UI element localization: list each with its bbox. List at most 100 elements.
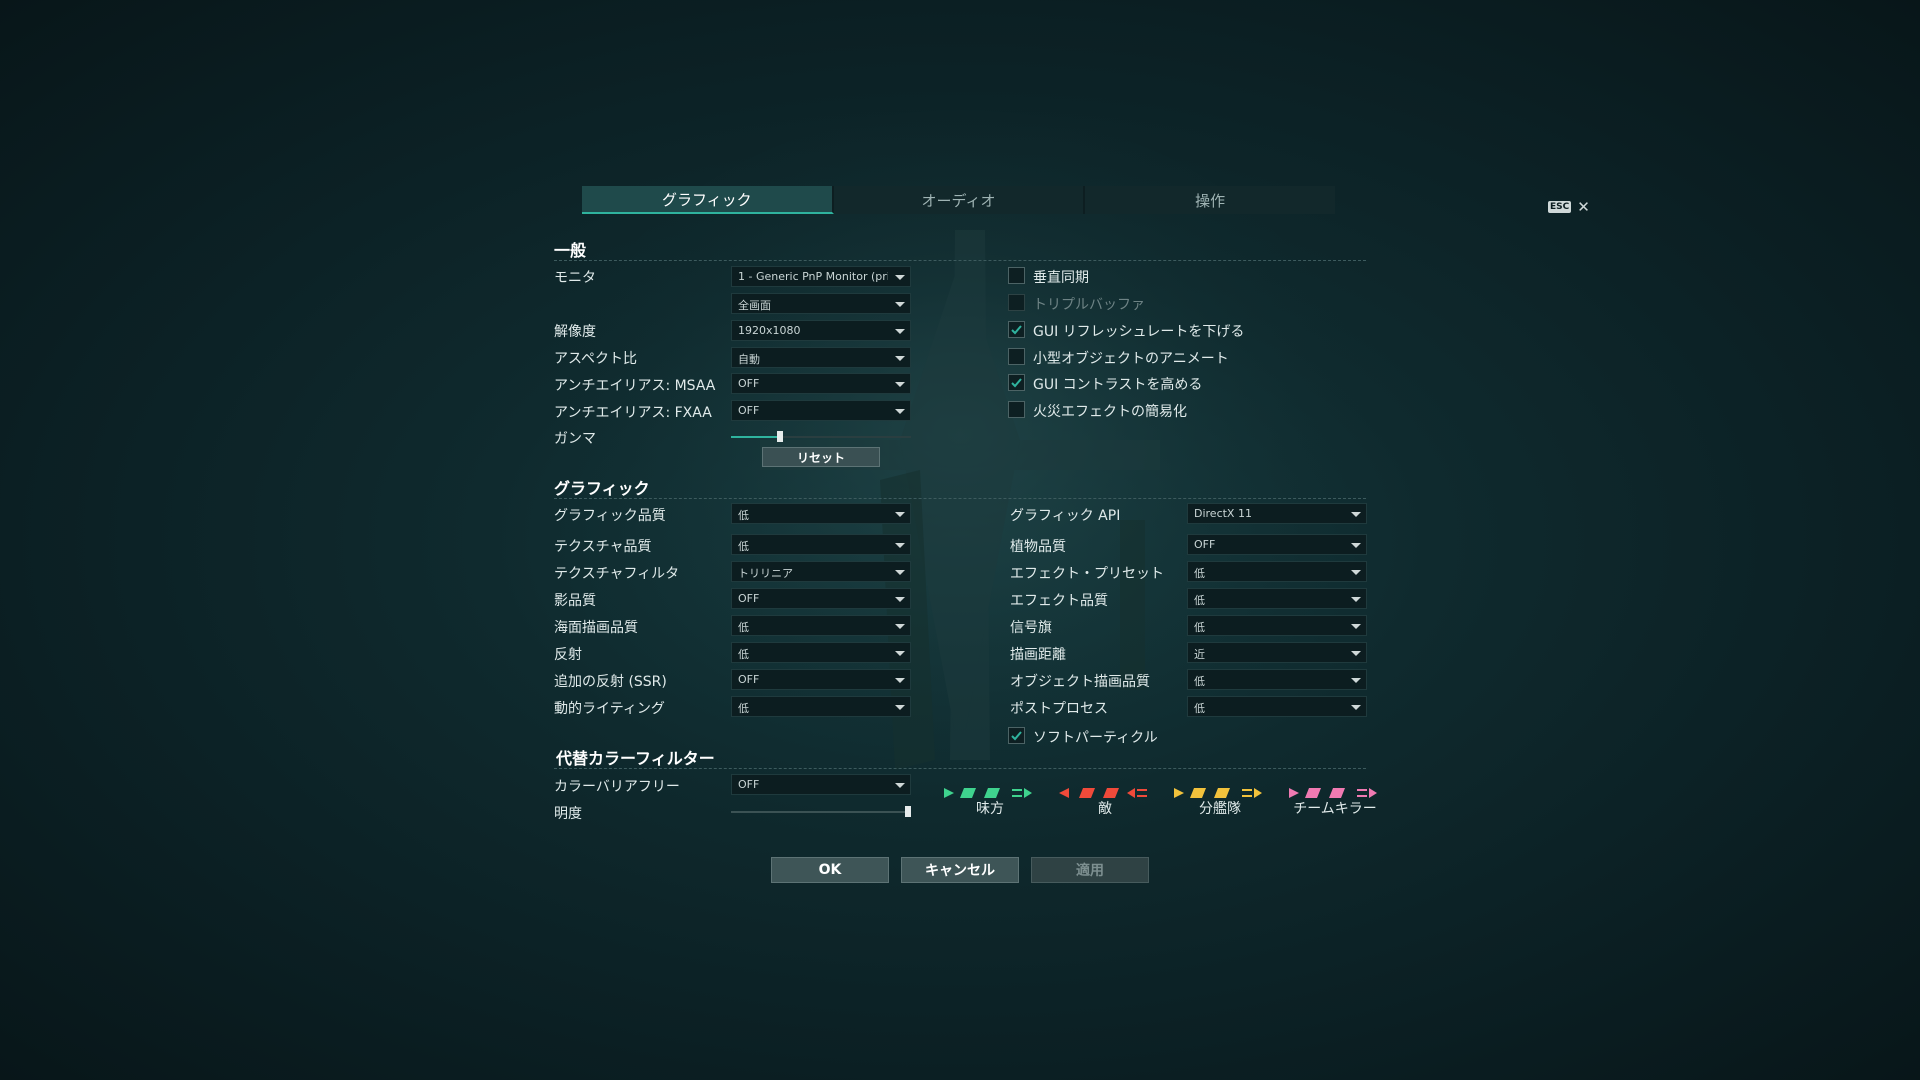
settings-tabs: グラフィック オーディオ 操作 (582, 186, 1335, 214)
texture-filter-dropdown[interactable]: トリリニア (731, 561, 911, 582)
chevron-down-icon (895, 624, 905, 629)
cancel-button[interactable]: キャンセル (901, 857, 1019, 883)
gui-contrast-checkbox[interactable] (1008, 374, 1025, 391)
tab-controls[interactable]: 操作 (1085, 186, 1335, 214)
filter-label-enemies: 敵 (1098, 801, 1112, 817)
texture-quality-dropdown[interactable]: 低 (731, 534, 911, 555)
effects-preset-value: 低 (1194, 567, 1205, 580)
vegetation-quality-dropdown[interactable]: OFF (1187, 534, 1367, 555)
shadow-quality-dropdown[interactable]: OFF (731, 588, 911, 609)
esc-key-icon: ESC (1548, 201, 1572, 213)
display-mode-dropdown[interactable]: 全画面 (731, 293, 911, 314)
msaa-dropdown[interactable]: OFF (731, 373, 911, 394)
section-title-graphics: グラフィック (554, 479, 650, 498)
gui-refresh-label: GUI リフレッシュレートを下げる (1033, 324, 1245, 340)
chevron-down-icon (895, 651, 905, 656)
fire-effects-checkbox[interactable] (1008, 401, 1025, 418)
animate-small-objects-label: 小型オブジェクトのアニメート (1033, 351, 1229, 367)
msaa-value: OFF (738, 377, 760, 390)
dynamic-lighting-dropdown[interactable]: 低 (731, 696, 911, 717)
tab-graphics[interactable]: グラフィック (582, 186, 834, 214)
resolution-label: 解像度 (554, 324, 596, 340)
object-quality-dropdown[interactable]: 低 (1187, 669, 1367, 690)
triple-buffer-checkbox[interactable] (1008, 294, 1025, 311)
animate-small-objects-checkbox[interactable] (1008, 348, 1025, 365)
gamma-label: ガンマ (554, 431, 596, 447)
dynamic-lighting-label: 動的ライティング (554, 701, 665, 717)
texture-quality-label: テクスチャ品質 (554, 539, 652, 555)
signal-flags-label: 信号旗 (1010, 620, 1052, 636)
aspect-dropdown[interactable]: 自動 (731, 347, 911, 368)
post-process-dropdown[interactable]: 低 (1187, 696, 1367, 717)
ok-button[interactable]: OK (771, 857, 889, 883)
checkmark-icon (1011, 378, 1022, 388)
chevron-down-icon (895, 543, 905, 548)
texture-filter-label: テクスチャフィルタ (554, 566, 680, 582)
brightness-slider-thumb[interactable] (905, 806, 911, 817)
enemy-markers-icon (1045, 784, 1165, 798)
monitor-dropdown[interactable]: 1 - Generic PnP Monitor (prim (731, 266, 911, 287)
monitor-value: 1 - Generic PnP Monitor (prim (738, 270, 888, 283)
effects-quality-dropdown[interactable]: 低 (1187, 588, 1367, 609)
reflection-value: 低 (738, 648, 749, 661)
chevron-down-icon (1351, 543, 1361, 548)
gamma-slider-thumb[interactable] (776, 431, 783, 442)
vsync-checkbox[interactable] (1008, 267, 1025, 284)
graphics-api-dropdown[interactable]: DirectX 11 (1187, 503, 1367, 524)
effects-preset-dropdown[interactable]: 低 (1187, 561, 1367, 582)
draw-distance-label: 描画距離 (1010, 647, 1066, 663)
chevron-down-icon (1351, 624, 1361, 629)
gamma-slider[interactable] (731, 431, 911, 442)
texture-filter-value: トリリニア (738, 567, 793, 580)
chevron-down-icon (1351, 678, 1361, 683)
apply-button[interactable]: 適用 (1031, 857, 1149, 883)
fxaa-dropdown[interactable]: OFF (731, 400, 911, 421)
fxaa-value: OFF (738, 404, 760, 417)
gui-refresh-checkbox[interactable] (1008, 321, 1025, 338)
effects-quality-value: 低 (1194, 594, 1205, 607)
effects-preset-label: エフェクト・プリセット (1010, 566, 1164, 582)
chevron-down-icon (895, 570, 905, 575)
chevron-down-icon (895, 382, 905, 387)
chevron-down-icon (895, 409, 905, 414)
display-mode-value: 全画面 (738, 299, 771, 312)
post-process-label: ポストプロセス (1010, 701, 1108, 717)
close-button[interactable]: ESC ✕ (1548, 198, 1590, 216)
gui-contrast-label: GUI コントラストを高める (1033, 377, 1203, 393)
vegetation-quality-value: OFF (1194, 538, 1216, 551)
resolution-dropdown[interactable]: 1920x1080 (731, 320, 911, 341)
signal-flags-dropdown[interactable]: 低 (1187, 615, 1367, 636)
color-barrier-free-value: OFF (738, 778, 760, 791)
ssr-label: 追加の反射 (SSR) (554, 674, 667, 690)
reset-button[interactable]: リセット (762, 447, 880, 467)
ally-markers-icon (930, 784, 1050, 798)
brightness-slider[interactable] (731, 806, 911, 817)
chevron-down-icon (1351, 512, 1361, 517)
water-quality-dropdown[interactable]: 低 (731, 615, 911, 636)
ssr-value: OFF (738, 673, 760, 686)
draw-distance-value: 近 (1194, 648, 1205, 661)
reflection-dropdown[interactable]: 低 (731, 642, 911, 663)
chevron-down-icon (895, 329, 905, 334)
filter-group-allies: 味方 (930, 784, 1050, 818)
tab-audio[interactable]: オーディオ (834, 186, 1086, 214)
filter-label-division: 分艦隊 (1199, 801, 1241, 817)
object-quality-value: 低 (1194, 675, 1205, 688)
soft-particles-checkbox[interactable] (1008, 727, 1025, 744)
chevron-down-icon (895, 302, 905, 307)
color-barrier-free-dropdown[interactable]: OFF (731, 774, 911, 795)
vegetation-quality-label: 植物品質 (1010, 539, 1066, 555)
vsync-label: 垂直同期 (1033, 270, 1089, 286)
draw-distance-dropdown[interactable]: 近 (1187, 642, 1367, 663)
graphics-quality-dropdown[interactable]: 低 (731, 503, 911, 524)
chevron-down-icon (895, 678, 905, 683)
chevron-down-icon (1351, 651, 1361, 656)
fxaa-label: アンチエイリアス: FXAA (554, 405, 712, 421)
chevron-down-icon (1351, 705, 1361, 710)
msaa-label: アンチエイリアス: MSAA (554, 378, 716, 394)
dynamic-lighting-value: 低 (738, 702, 749, 715)
section-title-color-filter: 代替カラーフィルター (556, 749, 715, 768)
graphics-api-label: グラフィック API (1010, 508, 1121, 524)
ssr-dropdown[interactable]: OFF (731, 669, 911, 690)
checkmark-icon (1011, 325, 1022, 335)
